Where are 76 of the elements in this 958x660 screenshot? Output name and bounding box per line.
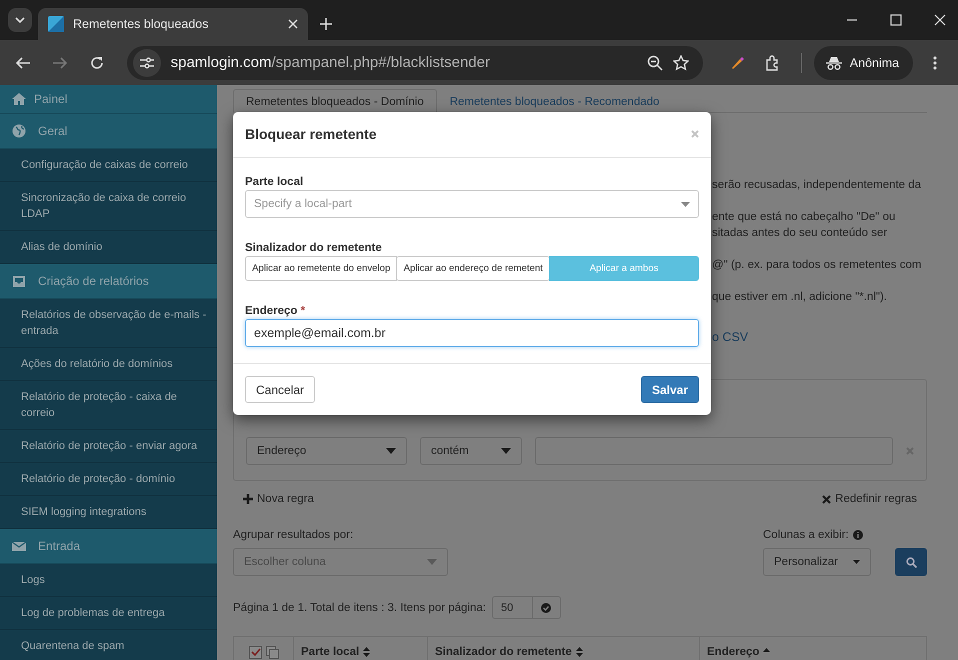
envelope-icon — [12, 539, 26, 553]
description-text: sitadas antes do seu conteúdo ser — [712, 226, 888, 241]
section-label: Geral — [38, 123, 68, 139]
search-button[interactable] — [895, 548, 927, 576]
description-text: @" (p. ex. para todos os remetentes com — [712, 258, 922, 273]
dialog-title: Bloquear remetente — [245, 126, 376, 142]
description-text: ente que está no cabeçalho "De" ou — [712, 210, 896, 225]
info-icon — [852, 530, 863, 540]
caret-icon — [501, 448, 511, 454]
apply-button[interactable] — [532, 596, 561, 619]
field-label: Sinalizador do remetente — [245, 242, 383, 254]
globe-icon — [12, 124, 26, 138]
select-all-icon[interactable] — [248, 646, 262, 658]
new-rule-button[interactable]: Nova regra — [243, 491, 314, 507]
site-settings-icon[interactable] — [140, 56, 154, 68]
caret-icon — [681, 202, 690, 206]
sort-icon[interactable] — [576, 647, 583, 657]
zoom-icon[interactable] — [647, 54, 664, 70]
description-text: serão recusadas, independentemente da — [712, 178, 922, 193]
star-icon[interactable] — [673, 54, 690, 70]
back-icon[interactable] — [15, 54, 32, 70]
page-tab[interactable]: Remetentes bloqueados - Domínio — [233, 89, 437, 113]
flag-option-button[interactable]: Aplicar ao endereço de remetent — [396, 256, 550, 281]
plus-icon — [243, 494, 253, 504]
flag-option-button[interactable]: Aplicar ao remetente do envelop — [245, 256, 398, 281]
new-tab-icon[interactable] — [320, 18, 332, 30]
forward-icon[interactable] — [52, 54, 68, 70]
per-page-field[interactable]: 50 — [492, 596, 533, 619]
tab-list-button[interactable] — [8, 8, 32, 32]
column-header[interactable]: Endereço — [707, 646, 760, 658]
sidebar-section[interactable]: Geral — [0, 114, 217, 149]
incognito-icon — [826, 56, 842, 70]
section-label: Entrada — [38, 538, 80, 554]
description-text: que estiver em .nl, adicione "*.nl"). — [712, 290, 888, 305]
pagination-text: Página 1 de 1. Total de itens : 3. Itens por página: — [233, 602, 486, 614]
group-by-label: Agrupar resultados por: — [233, 528, 354, 542]
close-icon[interactable] — [288, 19, 298, 29]
column-header[interactable]: Sinalizador do remetente — [435, 646, 572, 658]
csv-link[interactable]: o CSV — [712, 330, 748, 345]
favicon-icon — [48, 16, 64, 32]
sidebar-section[interactable]: Criação de relatórios — [0, 264, 217, 299]
inbox-icon — [12, 274, 26, 288]
search-icon — [906, 556, 916, 568]
section-label: Criação de relatórios — [38, 273, 149, 289]
address-field[interactable]: exemple@email.com.br — [245, 319, 699, 347]
caret-icon — [427, 559, 437, 565]
page-tab[interactable]: Remetentes bloqueados - Recomendado — [436, 89, 672, 113]
sidebar-section[interactable]: Painel — [0, 85, 217, 114]
close-icon[interactable] — [934, 14, 946, 26]
section-label: Painel — [34, 91, 68, 107]
cancel-button[interactable]: Cancelar — [245, 376, 316, 403]
chevron-down-icon — [15, 17, 25, 23]
profile-button[interactable]: Anônima — [814, 46, 914, 80]
browser-tab[interactable]: Remetentes bloqueados — [38, 8, 308, 40]
required-mark: * — [300, 305, 306, 317]
field-label: Endereço — [245, 305, 298, 317]
reload-icon[interactable] — [89, 54, 106, 70]
field-label: Parte local — [245, 176, 304, 188]
field-select[interactable]: Endereço — [246, 437, 407, 465]
columns-label: Colunas a exibir: — [763, 528, 849, 542]
sidebar-section[interactable]: Entrada — [0, 529, 217, 564]
reset-rules-button[interactable]: Redefinir regras — [822, 491, 917, 507]
local-part-select[interactable]: Specify a local-part — [245, 190, 699, 218]
home-icon — [12, 92, 26, 106]
operator-select[interactable]: contém — [420, 437, 522, 465]
sort-icon[interactable] — [363, 647, 370, 657]
save-button[interactable]: Salvar — [640, 376, 699, 403]
columns-select[interactable]: Personalizar — [763, 548, 871, 576]
check-circle-icon — [541, 602, 552, 612]
remove-icon — [822, 494, 832, 504]
caret-icon — [853, 560, 860, 564]
column-header[interactable]: Parte local — [301, 646, 360, 658]
caret-icon — [386, 448, 396, 454]
maximize-icon[interactable] — [890, 14, 902, 26]
tab-title: Remetentes bloqueados — [73, 17, 210, 31]
sort-ascending-icon[interactable] — [763, 648, 770, 652]
